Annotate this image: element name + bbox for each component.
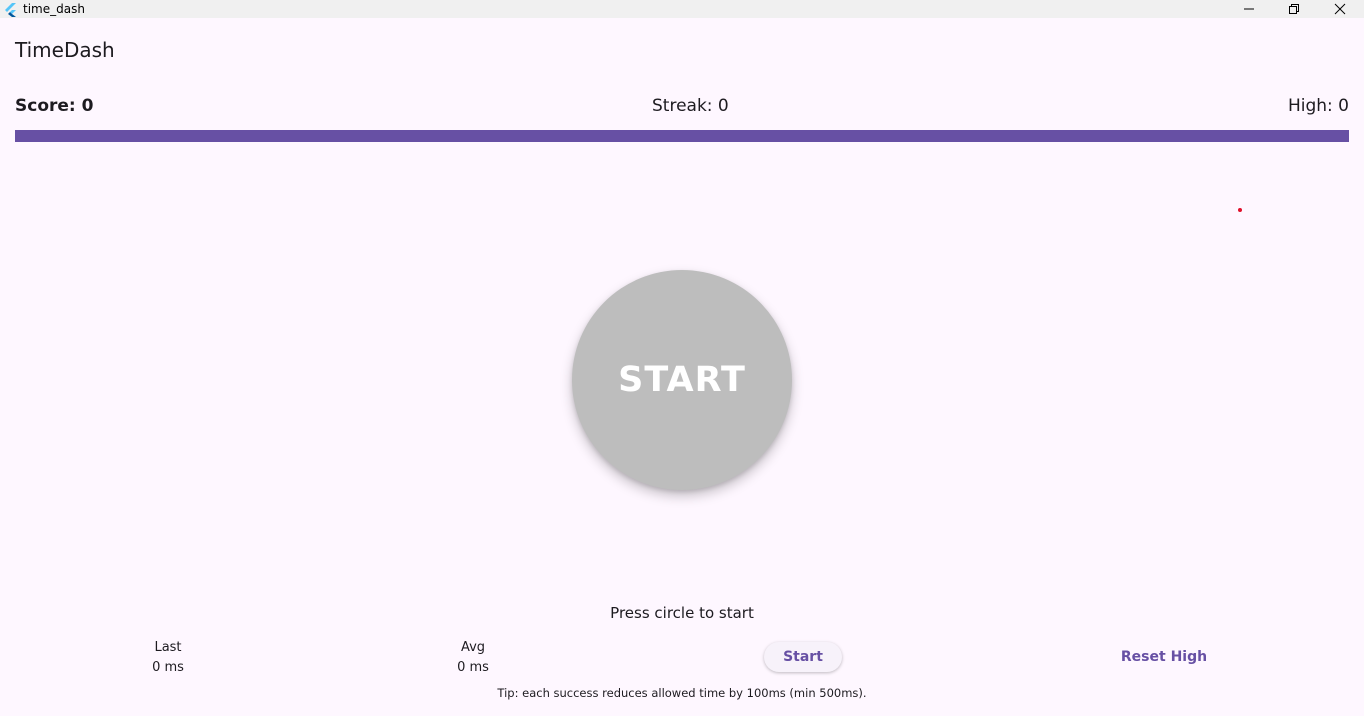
timer-progress-fill — [15, 130, 1349, 142]
start-circle-button[interactable]: START — [572, 270, 792, 490]
status-message: Press circle to start — [610, 604, 754, 622]
timer-progress-bar — [15, 130, 1349, 142]
close-icon — [1334, 0, 1346, 19]
last-time-label: Last — [154, 640, 182, 655]
average-time-label: Avg — [460, 640, 486, 655]
maximize-button[interactable] — [1271, 0, 1317, 18]
close-button[interactable] — [1317, 0, 1363, 18]
maximize-icon — [1288, 0, 1300, 19]
start-circle-label: START — [618, 360, 746, 400]
minimize-icon — [1243, 0, 1255, 19]
minimize-button[interactable] — [1226, 0, 1272, 18]
last-time-stat: Last 0 ms — [108, 638, 228, 678]
streak-label: Streak: 0 — [652, 96, 729, 116]
tip-text: Tip: each success reduces allowed time b… — [497, 686, 867, 700]
average-time-stat: Avg 0 ms — [413, 638, 533, 678]
app-window: time_dash TimeDash Score: 0 Streak: 0 Hi… — [0, 0, 1364, 716]
average-time-value: 0 ms — [457, 660, 489, 675]
window-titlebar[interactable]: time_dash — [0, 0, 1364, 18]
window-title: time_dash — [23, 2, 85, 16]
flutter-logo-icon — [4, 2, 18, 17]
app-title: TimeDash — [15, 38, 115, 62]
start-button[interactable]: Start — [764, 642, 842, 672]
high-score-label: High: 0 — [1287, 96, 1349, 116]
target-dot — [1238, 208, 1242, 212]
last-time-value: 0 ms — [152, 660, 184, 675]
score-label: Score: 0 — [15, 96, 94, 116]
reset-high-button[interactable]: Reset High — [1110, 642, 1218, 672]
